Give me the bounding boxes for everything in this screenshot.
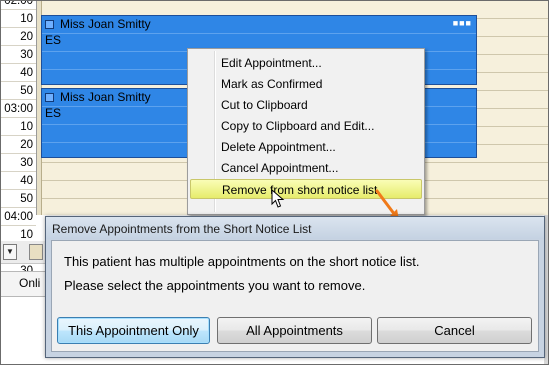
dialog-body: This patient has multiple appointments o… [51,240,539,352]
time-minute-label: 40 [1,64,36,82]
appointment-patient-name: Miss Joan Smitty [60,90,151,104]
screenshot-frame: 02:00102030405003:00102030405004:0010203… [0,0,549,365]
dialog-message-line1: This patient has multiple appointments o… [64,254,420,269]
time-minute-label: 50 [1,82,36,100]
clipboard-icon[interactable] [29,244,43,260]
appointment-code: ES [45,106,62,120]
appointment-patient-name: Miss Joan Smitty [60,17,151,31]
time-minute-label: 20 [1,28,36,46]
menu-item-edit-appointment[interactable]: Edit Appointment... [221,53,322,73]
all-appointments-button[interactable]: All Appointments [217,317,372,344]
lower-toolbar: ▼ [1,241,45,264]
time-column: 02:00102030405003:00102030405004:0010203… [1,1,37,280]
this-appointment-only-button[interactable]: This Appointment Only [57,317,210,344]
lower-tab-strip: Onli [1,271,45,297]
appointment-marker-icon [45,93,54,102]
menu-item-cut-to-clipboard[interactable]: Cut to Clipboard [221,95,308,115]
time-hour-label: 04:00 [1,208,36,226]
appointment-marker-icon [45,20,54,29]
time-minute-label: 30 [1,154,36,172]
appointment-code: ES [45,33,62,47]
time-minute-label: 40 [1,172,36,190]
time-minute-label: 10 [1,118,36,136]
tab-online[interactable]: Onli [19,276,40,290]
cancel-button[interactable]: Cancel [377,317,532,344]
time-minute-label: 10 [1,10,36,28]
menu-item-delete-appointment[interactable]: Delete Appointment... [221,137,336,157]
dropdown-arrow-icon[interactable]: ▼ [3,244,17,260]
time-minute-label: 20 [1,136,36,154]
menu-item-cancel-appointment[interactable]: Cancel Appointment... [221,158,338,178]
time-hour-label: 02:00 [1,1,36,10]
dialog-message-line2: Please select the appointments you want … [64,278,366,293]
appointment-flags-icon: ■■■ [452,18,472,28]
remove-short-notice-dialog: Remove Appointments from the Short Notic… [45,216,545,358]
dialog-titlebar[interactable]: Remove Appointments from the Short Notic… [46,217,544,239]
mouse-pointer-icon [271,189,285,208]
menu-item-copy-and-edit[interactable]: Copy to Clipboard and Edit... [221,116,374,136]
menu-item-mark-confirmed[interactable]: Mark as Confirmed [221,74,322,94]
time-minute-label: 30 [1,46,36,64]
dialog-title: Remove Appointments from the Short Notic… [52,222,312,236]
time-minute-label: 50 [1,190,36,208]
time-hour-label: 03:00 [1,100,36,118]
